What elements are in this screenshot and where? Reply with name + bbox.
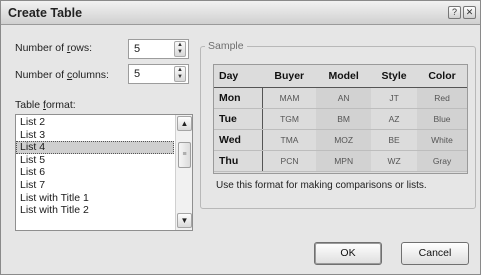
preview-column-header: Day: [214, 65, 263, 88]
table-format-list[interactable]: List 2 List 3 List 4 List 5 List 6 List 7 List…: [16, 115, 192, 217]
spin-up-icon[interactable]: ▲: [175, 67, 185, 74]
spin-down-icon[interactable]: ▼: [175, 49, 185, 56]
columns-label: Number of columns:: [15, 69, 109, 81]
table-format-option[interactable]: List 7: [16, 179, 174, 192]
preview-cell: MAM: [262, 87, 317, 109]
preview-row-header: Mon: [214, 87, 263, 109]
preview-cell: TGM: [262, 108, 317, 130]
rows-label-text: Number of: [15, 42, 67, 54]
ok-button[interactable]: OK: [314, 242, 382, 265]
preview-cell: BM: [316, 108, 372, 130]
table-format-option[interactable]: List 5: [16, 154, 174, 167]
close-button[interactable]: ✕: [463, 6, 476, 19]
table-format-label-text-end: ormat:: [45, 99, 76, 111]
scroll-down-icon[interactable]: ▼: [177, 213, 192, 228]
preview-cell: Blue: [417, 108, 467, 130]
preview-body: Mon MAM AN JT Red Tue TGM BM AZ Blue Wed TMA MOZ BE Wh…: [214, 87, 467, 172]
preview-header-row: Day Buyer Model Style Color: [214, 65, 467, 88]
table-format-listbox[interactable]: List 2 List 3 List 4 List 5 List 6 List 7 List…: [15, 114, 193, 231]
preview-row-header: Tue: [214, 108, 263, 130]
dialog-title: Create Table: [8, 6, 83, 20]
table-format-option[interactable]: List 2: [16, 116, 174, 129]
cancel-button[interactable]: Cancel: [401, 242, 469, 265]
columns-label-text-end: olumns:: [72, 69, 109, 81]
table-format-label-text: Table: [15, 99, 44, 111]
rows-label: Number of rows:: [15, 42, 92, 54]
preview-cell: PCN: [262, 150, 317, 172]
preview-row: Wed TMA MOZ BE White: [214, 129, 467, 151]
preview-column-header: Style: [371, 65, 418, 88]
columns-spin-arrows[interactable]: ▲ ▼: [174, 66, 186, 82]
table-format-label: Table format:: [15, 99, 76, 111]
spin-down-icon[interactable]: ▼: [175, 74, 185, 81]
columns-label-text: Number of: [15, 69, 67, 81]
preview-cell: JT: [371, 87, 418, 109]
preview-column-header: Model: [316, 65, 372, 88]
sample-legend: Sample: [205, 40, 247, 52]
columns-value[interactable]: 5: [134, 68, 140, 80]
preview-column-header: Buyer: [262, 65, 317, 88]
preview-cell: MOZ: [316, 129, 372, 151]
preview-cell: BE: [371, 129, 418, 151]
rows-value[interactable]: 5: [134, 43, 140, 55]
preview-cell: Red: [417, 87, 467, 109]
rows-spinner[interactable]: 5 ▲ ▼: [128, 39, 189, 59]
columns-spinner[interactable]: 5 ▲ ▼: [128, 64, 189, 84]
help-button[interactable]: ?: [448, 6, 461, 19]
preview-column-header: Color: [417, 65, 467, 88]
preview-cell: White: [417, 129, 467, 151]
preview-row: Tue TGM BM AZ Blue: [214, 108, 467, 130]
preview-cell: Gray: [417, 150, 467, 172]
table-format-option[interactable]: List 6: [16, 166, 174, 179]
preview-row: Thu PCN MPN WZ Gray: [214, 150, 467, 172]
table-format-option[interactable]: List 4: [16, 141, 174, 154]
listbox-scrollbar[interactable]: ▲ ≡ ▼: [175, 115, 192, 230]
table-format-option[interactable]: List with Title 2: [16, 204, 174, 217]
format-description: Use this format for making comparisons o…: [216, 180, 427, 191]
table-format-option[interactable]: List with Title 1: [16, 192, 174, 205]
scroll-up-icon[interactable]: ▲: [177, 116, 192, 131]
sample-preview-table: Day Buyer Model Style Color Mon MAM AN JT Red Tue…: [213, 64, 468, 174]
preview-row-header: Thu: [214, 150, 263, 172]
table-format-option[interactable]: List 3: [16, 129, 174, 142]
preview-cell: MPN: [316, 150, 372, 172]
preview-cell: AN: [316, 87, 372, 109]
title-bar: Create Table ? ✕: [1, 1, 480, 25]
preview-cell: AZ: [371, 108, 418, 130]
rows-spin-arrows[interactable]: ▲ ▼: [174, 41, 186, 57]
preview-row: Mon MAM AN JT Red: [214, 87, 467, 109]
rows-label-text-end: ows:: [70, 42, 93, 54]
create-table-dialog: Create Table ? ✕ Number of rows: 5 ▲ ▼ Nu…: [0, 0, 481, 275]
spin-up-icon[interactable]: ▲: [175, 42, 185, 49]
preview-cell: TMA: [262, 129, 317, 151]
preview-cell: WZ: [371, 150, 418, 172]
preview-row-header: Wed: [214, 129, 263, 151]
scroll-thumb[interactable]: ≡: [178, 142, 191, 168]
